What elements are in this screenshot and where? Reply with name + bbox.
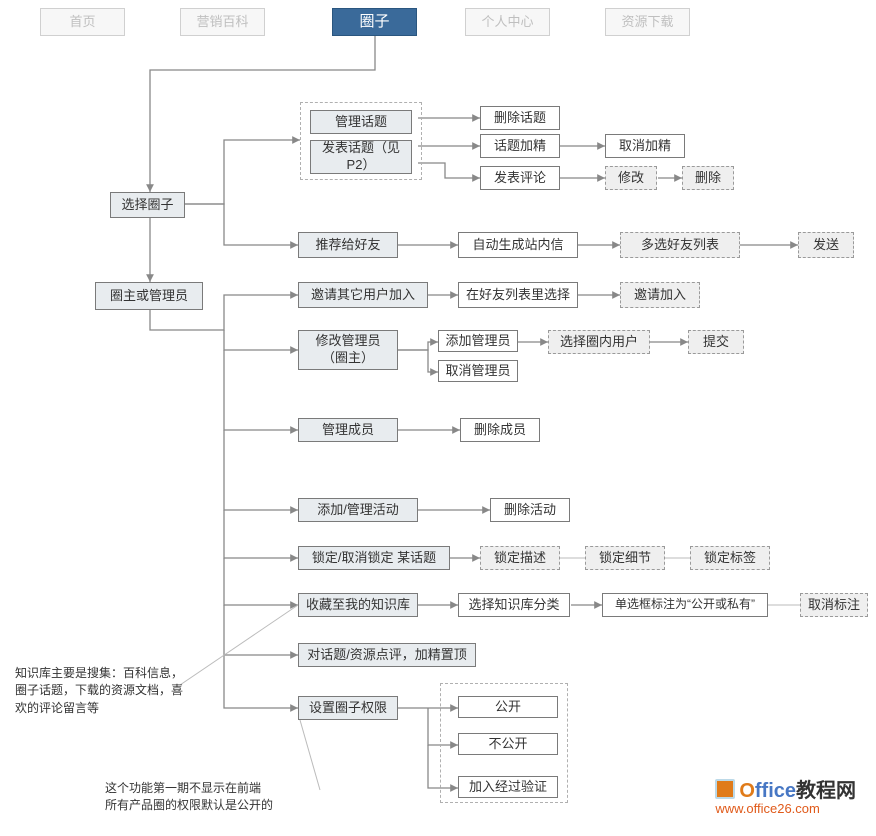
perm-verified: 加入经过验证 [458,776,558,798]
lock-tag: 锁定标签 [690,546,770,570]
nav-circle[interactable]: 圈子 [332,8,417,36]
add-admin: 添加管理员 [438,330,518,352]
lock-desc: 锁定描述 [480,546,560,570]
note-kb: 知识库主要是搜集：百科信息，圈子话题，下载的资源文档，喜欢的评论留言等 [15,665,190,717]
select-user: 选择圈内用户 [548,330,650,354]
nav-wiki[interactable]: 营销百科 [180,8,265,36]
edit-comment: 修改 [605,166,657,190]
highlight-topic: 话题加精 [480,134,560,158]
manage-activity: 添加/管理活动 [298,498,418,522]
delete-comment: 删除 [682,166,734,190]
lock-unlock: 锁定/取消锁定 某话题 [298,546,450,570]
review-action: 对话题/资源点评，加精置顶 [298,643,476,667]
kb-category: 选择知识库分类 [458,593,570,617]
select-circle: 选择圈子 [110,192,185,218]
unhighlight-topic: 取消加精 [605,134,685,158]
owner-admin: 圈主或管理员 [95,282,203,310]
perm-public: 公开 [458,696,558,718]
lock-detail: 锁定细节 [585,546,665,570]
send: 发送 [798,232,854,258]
nav-profile[interactable]: 个人中心 [465,8,550,36]
kb-collect: 收藏至我的知识库 [298,593,418,617]
choose-friend: 在好友列表里选择 [458,282,578,308]
auto-msg: 自动生成站内信 [458,232,578,258]
invite-join: 邀请加入 [620,282,700,308]
kb-unmark: 取消标注 [800,593,868,617]
post-topic: 发表话题（见P2） [310,140,412,174]
nav-home[interactable]: 首页 [40,8,125,36]
brand-logo: Office教程网 www.office26.com [715,779,856,816]
delete-topic: 删除话题 [480,106,560,130]
recommend-friend: 推荐给好友 [298,232,398,258]
perm-set: 设置圈子权限 [298,696,398,720]
delete-activity: 删除活动 [490,498,570,522]
submit: 提交 [688,330,744,354]
kb-mark: 单选框标注为“公开或私有” [602,593,768,617]
multi-select-friend: 多选好友列表 [620,232,740,258]
perm-private: 不公开 [458,733,558,755]
manage-member: 管理成员 [298,418,398,442]
modify-admin: 修改管理员（圈主） [298,330,398,370]
remove-admin: 取消管理员 [438,360,518,382]
manage-topic: 管理话题 [310,110,412,134]
note-perm: 这个功能第一期不显示在前端 所有产品圈的权限默认是公开的 [105,780,325,815]
invite-user: 邀请其它用户加入 [298,282,428,308]
delete-member: 删除成员 [460,418,540,442]
nav-download[interactable]: 资源下载 [605,8,690,36]
post-comment: 发表评论 [480,166,560,190]
